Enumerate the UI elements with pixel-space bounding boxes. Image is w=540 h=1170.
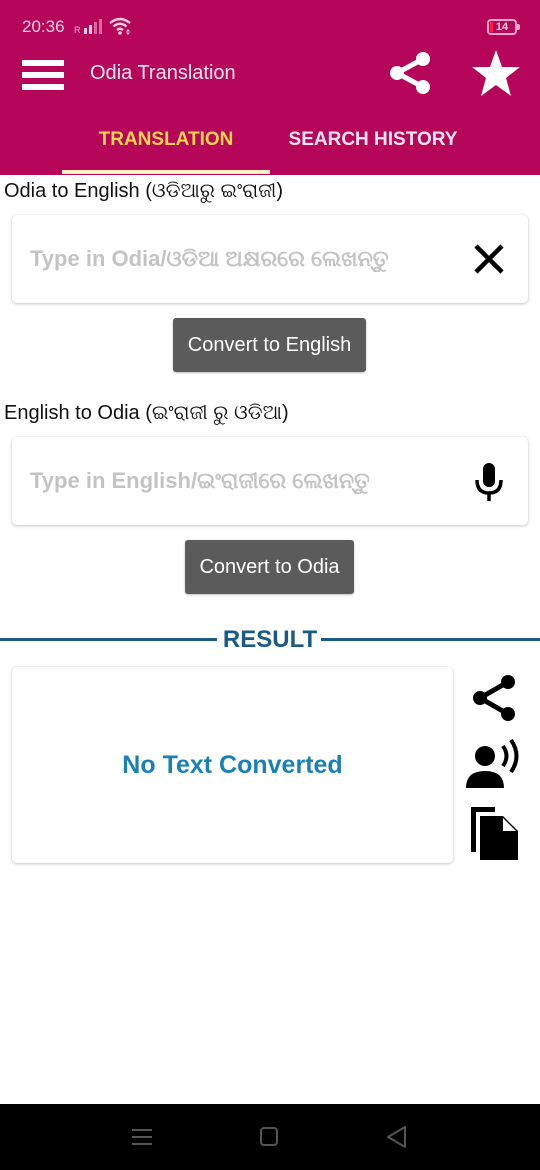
result-text: No Text Converted <box>122 751 343 779</box>
toolbar: Odia Translation <box>0 50 540 96</box>
result-divider-left <box>0 638 217 641</box>
result-divider-right <box>321 638 540 641</box>
home-icon[interactable] <box>254 1122 284 1152</box>
status-bar: 20:36 R 14 <box>0 0 540 52</box>
status-time: 20:36 <box>22 17 65 36</box>
microphone-icon[interactable] <box>472 461 506 503</box>
convert-to-english-button[interactable]: Convert to English <box>173 318 366 372</box>
english-to-odia-label: English to Odia (ଇଂରାଜୀ ରୁ ଓଡିଆ) <box>4 402 289 424</box>
tab-search-history[interactable]: SEARCH HISTORY <box>270 118 476 175</box>
convert-to-odia-button[interactable]: Convert to Odia <box>185 540 354 594</box>
system-nav-bar <box>0 1104 540 1170</box>
menu-icon[interactable] <box>22 56 66 90</box>
tab-translation[interactable]: TRANSLATION <box>62 118 270 175</box>
share-icon[interactable] <box>387 50 433 96</box>
signal-roaming-label: R <box>74 25 81 35</box>
battery-indicator: 14 <box>487 19 520 35</box>
result-header: RESULT <box>0 626 540 656</box>
wifi-icon <box>109 17 131 35</box>
tab-bar: TRANSLATION SEARCH HISTORY <box>0 118 540 175</box>
speak-icon[interactable] <box>465 738 523 794</box>
result-card: No Text Converted <box>12 667 453 863</box>
share-result-icon[interactable] <box>465 670 523 726</box>
english-input[interactable] <box>30 461 450 501</box>
recents-icon[interactable] <box>127 1122 157 1152</box>
star-icon[interactable] <box>470 48 522 98</box>
english-input-card <box>12 437 528 525</box>
back-icon[interactable] <box>381 1122 411 1152</box>
odia-to-english-label: Odia to English (ଓଡିଆରୁ ଇଂରାଜୀ) <box>4 180 284 202</box>
active-tab-indicator <box>62 170 270 174</box>
battery-level: 14 <box>495 21 509 33</box>
app-title: Odia Translation <box>90 62 236 84</box>
close-icon[interactable] <box>472 242 506 276</box>
odia-input[interactable] <box>30 239 450 279</box>
signal-icon: R <box>74 19 102 35</box>
result-title: RESULT <box>222 626 318 653</box>
odia-input-card <box>12 215 528 303</box>
app-header: 20:36 R 14 Odia Translation TRANSLATION … <box>0 0 540 175</box>
copy-icon[interactable] <box>465 804 523 860</box>
